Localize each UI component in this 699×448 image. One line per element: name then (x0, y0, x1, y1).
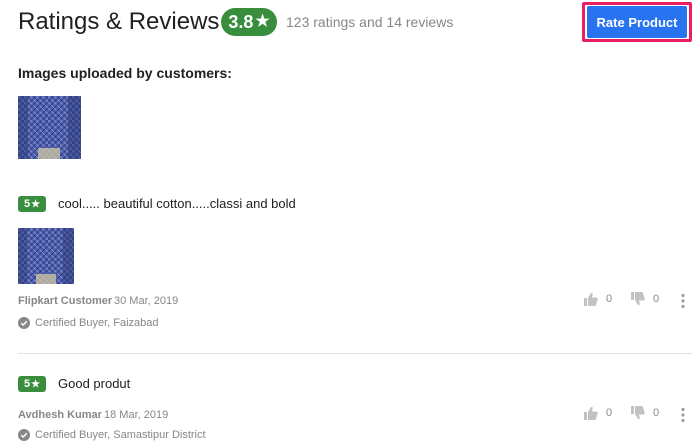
like-count: 0 (606, 293, 613, 305)
like-button[interactable]: 0 (584, 292, 612, 306)
star-icon: ★ (31, 198, 41, 210)
review-rating-badge: 5 ★ (18, 196, 46, 212)
review-divider (18, 353, 692, 354)
product-photo-image (18, 96, 81, 159)
average-rating-value: 3.8 (228, 11, 254, 32)
more-vertical-icon[interactable] (679, 293, 687, 309)
review-image-thumbnail[interactable] (18, 228, 74, 284)
product-photo-image (18, 228, 74, 284)
review-rating-badge: 5 ★ (18, 376, 46, 392)
rate-product-button[interactable]: Rate Product (587, 6, 687, 38)
thumb-down-icon (631, 406, 645, 420)
certified-buyer-label: Certified Buyer, Faizabad (35, 317, 159, 329)
dislike-count: 0 (653, 407, 660, 419)
more-vertical-icon[interactable] (679, 407, 687, 423)
review-title: cool..... beautiful cotton.....classi an… (58, 196, 296, 211)
dislike-button[interactable]: 0 (631, 292, 659, 306)
certified-buyer-info: Certified Buyer, Samastipur District (18, 429, 206, 441)
thumb-up-icon (584, 292, 598, 306)
review-author: Avdhesh Kumar (18, 409, 102, 421)
review-title: Good produt (58, 376, 131, 391)
reviews-header: Ratings & Reviews 3.8 ★ 123 ratings and … (0, 0, 699, 46)
star-icon: ★ (255, 13, 270, 30)
dislike-button[interactable]: 0 (631, 406, 659, 420)
thumb-down-icon (631, 292, 645, 306)
certified-buyer-label: Certified Buyer, Samastipur District (35, 429, 206, 441)
check-circle-icon (18, 317, 30, 329)
review-rating-value: 5 (23, 378, 31, 390)
dislike-count: 0 (653, 293, 660, 305)
section-title: Ratings & Reviews (18, 8, 220, 35)
review-rating-value: 5 (23, 198, 31, 210)
check-circle-icon (18, 429, 30, 441)
review-author: Flipkart Customer (18, 295, 113, 307)
average-rating-badge: 3.8 ★ (221, 8, 277, 36)
certified-buyer-info: Certified Buyer, Faizabad (18, 317, 159, 329)
customer-images-heading: Images uploaded by customers: (18, 65, 232, 81)
star-icon: ★ (31, 378, 41, 390)
ratings-summary: 123 ratings and 14 reviews (286, 14, 454, 30)
like-button[interactable]: 0 (584, 406, 612, 420)
like-count: 0 (606, 407, 613, 419)
review-date: 30 Mar, 2019 (114, 295, 179, 307)
thumb-up-icon (584, 406, 598, 420)
customer-image-thumbnail[interactable] (18, 96, 81, 159)
review-date: 18 Mar, 2019 (104, 409, 169, 421)
